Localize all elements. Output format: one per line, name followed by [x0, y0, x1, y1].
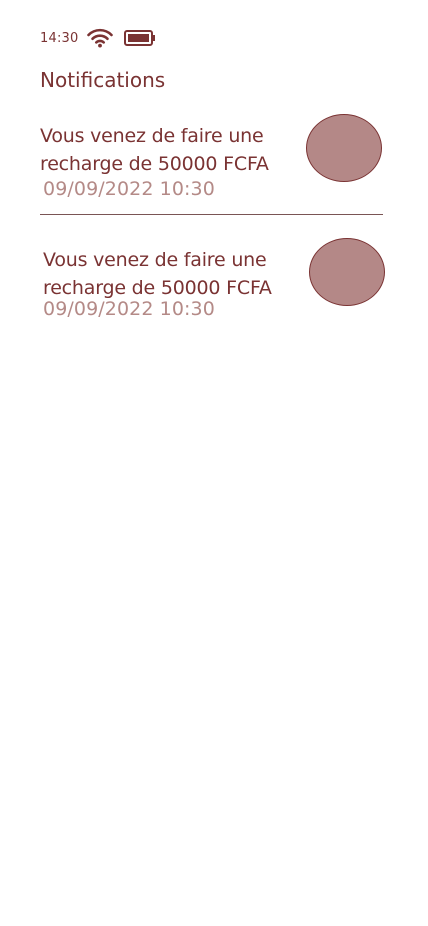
notification-date: 09/09/2022 10:30 [43, 298, 215, 320]
notification-avatar [309, 238, 385, 306]
status-bar: 14:30 [40, 28, 180, 50]
page-title: Notifications [40, 68, 166, 92]
notification-date: 09/09/2022 10:30 [43, 178, 215, 200]
wifi-icon [87, 28, 113, 48]
divider [40, 214, 383, 215]
battery-icon [124, 29, 156, 47]
notification-avatar [306, 114, 382, 182]
status-time: 14:30 [40, 31, 79, 46]
notification-message: Vous venez de faire une recharge de 5000… [40, 125, 269, 175]
notification-message: Vous venez de faire une recharge de 5000… [43, 249, 272, 299]
